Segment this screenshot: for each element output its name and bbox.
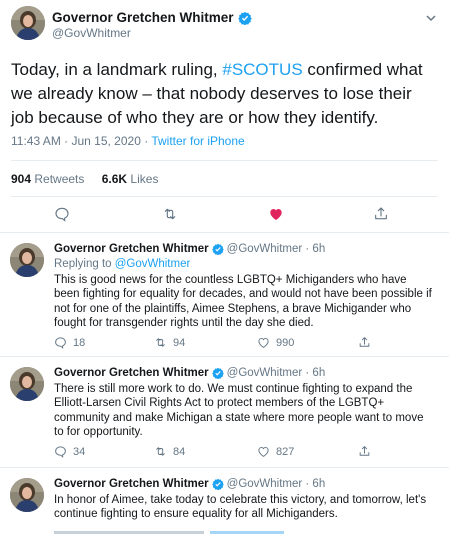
reply-text: In honor of Aimee, take today to celebra…	[54, 494, 427, 521]
retweet-count: 84	[173, 445, 186, 458]
avatar[interactable]	[10, 243, 44, 277]
avatar-image	[10, 478, 44, 512]
tweet-text: Today, in a landmark ruling, #SCOTUS con…	[11, 58, 436, 130]
like-count: 990	[276, 336, 295, 349]
retweet-icon[interactable]	[162, 206, 178, 222]
author-name[interactable]: Governor Gretchen Whitmer	[54, 367, 209, 379]
cut-off-text	[54, 531, 284, 534]
reply-text: This is good news for the countless LGBT…	[54, 274, 432, 329]
share-button[interactable]	[358, 336, 377, 349]
likes-label: Likes	[127, 172, 159, 186]
retweet-count: 94	[173, 336, 186, 349]
retweets-label: Retweets	[31, 172, 85, 186]
author-handle[interactable]: @GovWhitmer	[52, 26, 131, 40]
tweet-actions	[0, 204, 449, 224]
reply-button[interactable]: 34	[54, 445, 85, 458]
reply-icon	[55, 337, 66, 349]
replying-handle-link[interactable]: @GovWhitmer	[115, 258, 191, 270]
reply-actions: 34 84 827	[54, 445, 434, 459]
heart-icon[interactable]	[268, 206, 284, 222]
reply-tweet[interactable]: Governor Gretchen Whitmer @GovWhitmer · …	[0, 468, 449, 534]
reply-count: 34	[73, 445, 86, 458]
like-button[interactable]: 990	[257, 336, 294, 349]
reply-tweet[interactable]: Governor Gretchen Whitmer @GovWhitmer · …	[0, 357, 449, 468]
retweet-icon	[156, 338, 165, 347]
chevron-down-icon[interactable]	[425, 12, 437, 24]
retweet-button[interactable]: 94	[154, 336, 185, 349]
verified-icon	[211, 367, 224, 379]
retweet-button[interactable]: 84	[154, 445, 185, 458]
divider	[11, 196, 438, 197]
replying-label: Replying to	[54, 258, 115, 270]
verified-icon	[237, 11, 252, 25]
heart-icon	[258, 337, 269, 348]
reply-header: Governor Gretchen Whitmer @GovWhitmer · …	[54, 243, 325, 255]
reply-count: 18	[73, 336, 86, 349]
reply-actions: 18 94 990	[54, 336, 434, 350]
author-name[interactable]: Governor Gretchen Whitmer	[52, 10, 252, 25]
author-handle[interactable]: @GovWhitmer · 6h	[227, 478, 326, 490]
tweet-timestamp[interactable]: 11:43 AM · Jun 15, 2020 ·	[11, 134, 151, 148]
share-icon	[359, 446, 370, 456]
tweet-meta: 11:43 AM · Jun 15, 2020 · Twitter for iP…	[11, 134, 245, 148]
retweets-stat[interactable]: 904 Retweets	[11, 172, 84, 186]
retweet-icon	[156, 447, 165, 456]
reply-header: Governor Gretchen Whitmer @GovWhitmer · …	[54, 478, 325, 490]
retweets-count: 904	[11, 172, 32, 186]
replying-to: Replying to @GovWhitmer	[54, 258, 190, 270]
author-name[interactable]: Governor Gretchen Whitmer	[54, 478, 209, 490]
avatar[interactable]	[10, 478, 44, 512]
likes-stat[interactable]: 6.6K Likes	[102, 172, 159, 186]
avatar[interactable]	[10, 367, 44, 401]
author-handle[interactable]: @GovWhitmer · 6h	[227, 243, 326, 255]
tweet-stats: 904 Retweets 6.6K Likes	[11, 172, 158, 186]
reply-text: There is still more work to do. We must …	[54, 383, 424, 438]
likes-count: 6.6K	[101, 172, 128, 186]
share-icon[interactable]	[373, 206, 389, 222]
author-name-text[interactable]: Governor Gretchen Whitmer	[52, 10, 234, 25]
author-handle[interactable]: @GovWhitmer · 6h	[227, 367, 326, 379]
tweet-source-link[interactable]: Twitter for iPhone	[151, 134, 244, 148]
like-button[interactable]: 827	[257, 445, 294, 458]
reply-header: Governor Gretchen Whitmer @GovWhitmer · …	[54, 367, 325, 379]
share-icon	[359, 337, 370, 347]
share-button[interactable]	[358, 445, 377, 458]
avatar-image	[10, 367, 44, 401]
reply-tweet[interactable]: Governor Gretchen Whitmer @GovWhitmer · …	[0, 233, 449, 357]
tweet-text-start: Today, in a landmark ruling,	[11, 60, 223, 79]
reply-icon[interactable]	[54, 206, 70, 222]
verified-icon	[211, 478, 224, 490]
avatar-image	[11, 6, 45, 40]
verified-icon	[211, 243, 224, 255]
avatar-image	[10, 243, 44, 277]
avatar[interactable]	[11, 6, 45, 40]
reply-icon	[55, 446, 66, 458]
divider	[11, 160, 438, 161]
author-name[interactable]: Governor Gretchen Whitmer	[54, 243, 209, 255]
hashtag-link[interactable]: #SCOTUS	[222, 60, 302, 79]
heart-icon	[258, 446, 269, 457]
like-count: 827	[276, 445, 295, 458]
reply-button[interactable]: 18	[54, 336, 85, 349]
